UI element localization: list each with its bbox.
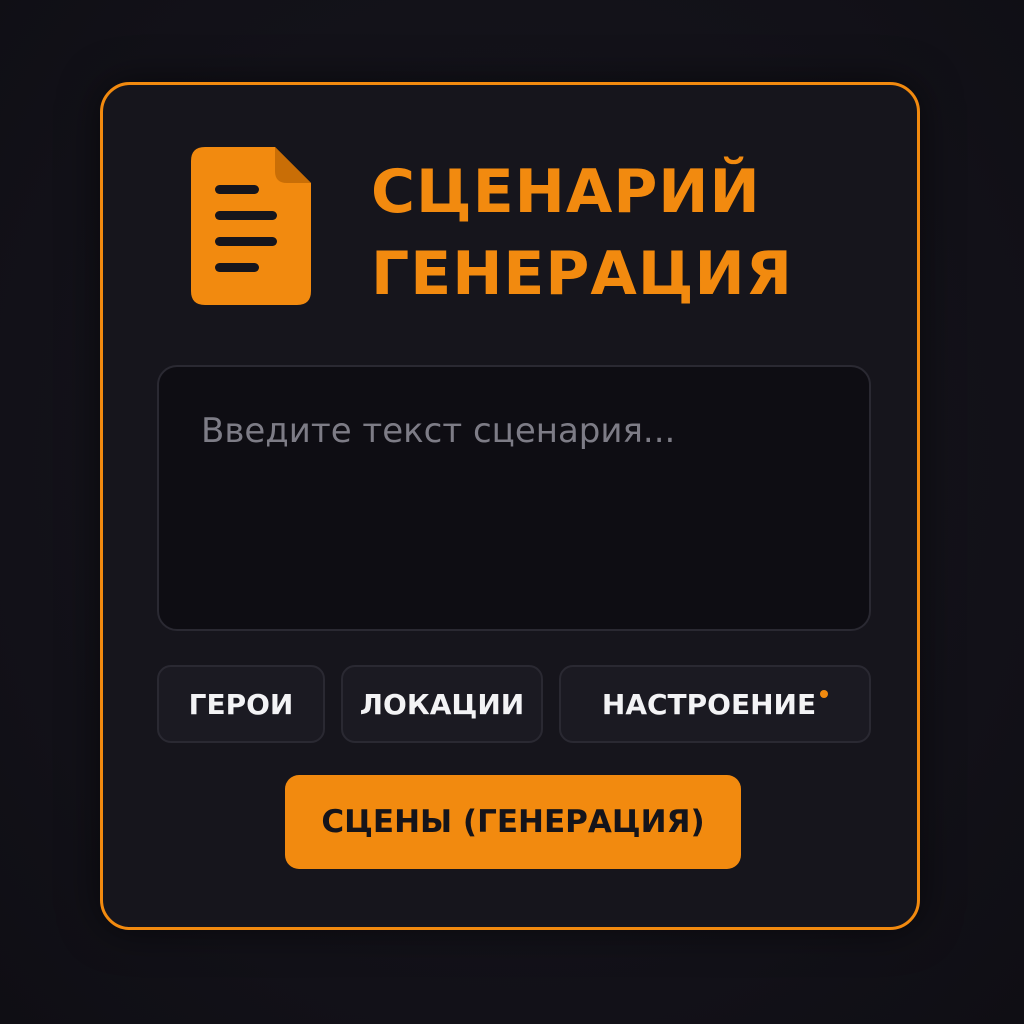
scenario-text-area: [157, 365, 871, 631]
document-icon: [191, 147, 311, 305]
heroes-tag-label: ГЕРОИ: [188, 687, 294, 721]
mood-tag-button[interactable]: НАСТРОЕНИЕ: [559, 665, 871, 743]
scenario-card: СЦЕНАРИЙ ГЕНЕРАЦИЯ ГЕРОИ ЛОКАЦИИ НАСТРОЕ…: [100, 82, 920, 930]
locations-tag-button[interactable]: ЛОКАЦИИ: [341, 665, 543, 743]
title-line-1: СЦЕНАРИЙ: [371, 157, 761, 227]
heroes-tag-button[interactable]: ГЕРОИ: [157, 665, 325, 743]
generate-scenes-button[interactable]: СЦЕНЫ (ГЕНЕРАЦИЯ): [285, 775, 741, 869]
title-line-2: ГЕНЕРАЦИЯ: [371, 239, 793, 309]
page: СЦЕНАРИЙ ГЕНЕРАЦИЯ ГЕРОИ ЛОКАЦИИ НАСТРОЕ…: [0, 0, 1024, 1024]
scenario-text-input[interactable]: [159, 367, 869, 629]
locations-tag-label: ЛОКАЦИИ: [359, 687, 525, 721]
mood-tag-label: НАСТРОЕНИЕ: [601, 687, 817, 721]
page-title: СЦЕНАРИЙ ГЕНЕРАЦИЯ: [371, 151, 793, 315]
generate-scenes-label: СЦЕНЫ (ГЕНЕРАЦИЯ): [321, 804, 705, 840]
mood-indicator-dot: [820, 690, 829, 698]
